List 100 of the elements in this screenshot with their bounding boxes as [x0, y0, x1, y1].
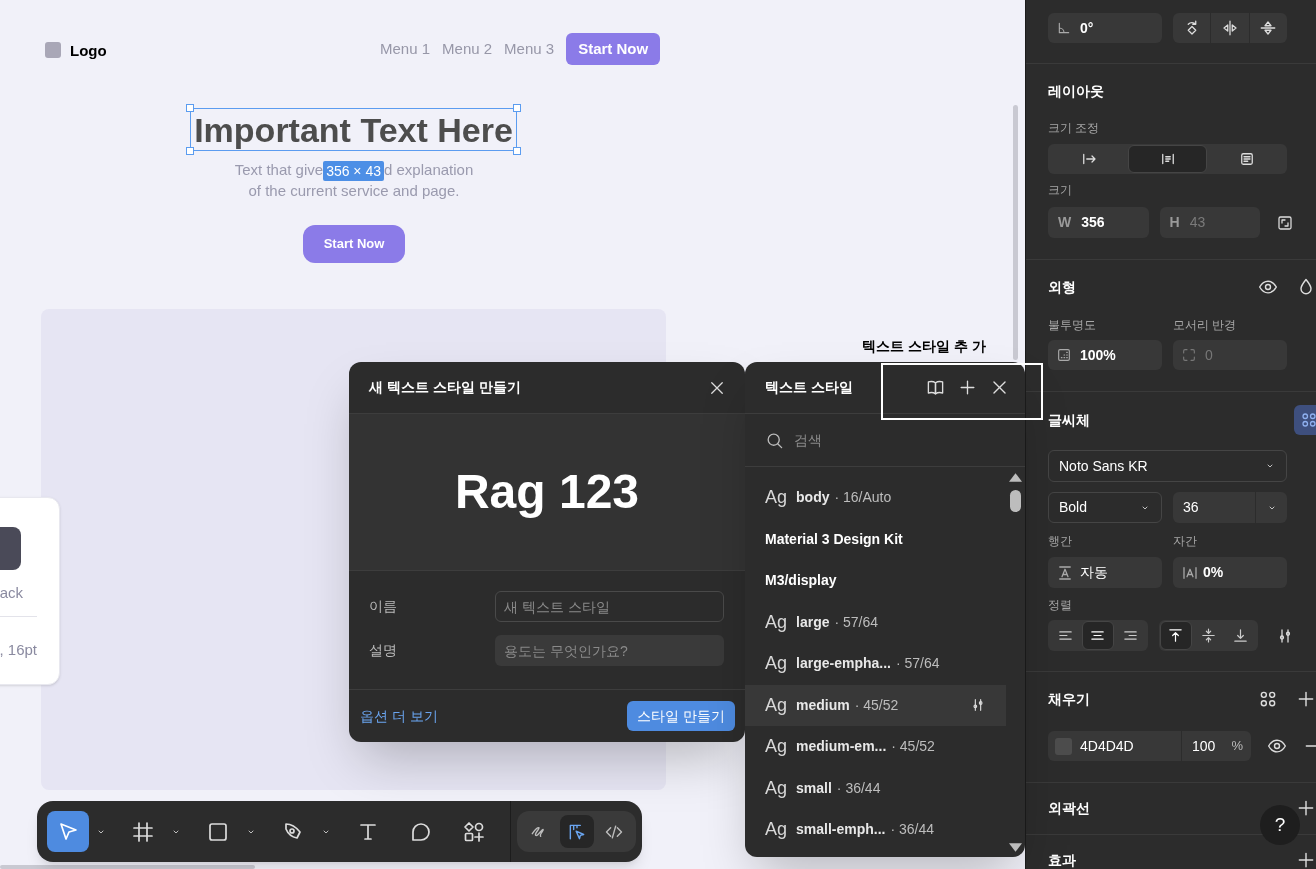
style-name: body	[796, 488, 830, 508]
logo-text: Logo	[70, 41, 107, 61]
style-list-item[interactable]: Ag medium · 45/52	[745, 684, 1006, 726]
preview-text: Rag 123	[454, 464, 640, 520]
shapes-icon	[462, 819, 486, 844]
style-spec: · 36/44	[890, 820, 935, 840]
letter-spacing-field[interactable]: 0%	[1173, 557, 1287, 588]
resize-handle[interactable]	[186, 147, 194, 155]
group-heading: M3/display	[765, 571, 837, 591]
text-styles-button[interactable]	[1294, 405, 1316, 435]
section-title: 레이아웃	[1048, 82, 1105, 100]
line-height-icon	[1056, 563, 1074, 582]
field-label: 모서리 반경	[1173, 317, 1238, 333]
aspect-ratio-icon[interactable]	[1276, 213, 1294, 232]
resize-option[interactable]	[1128, 145, 1207, 173]
style-sample: Ag	[765, 776, 788, 800]
align-top-icon	[1167, 627, 1185, 644]
field-label: 정렬	[1048, 597, 1073, 613]
group-heading: Material 3 Design Kit	[765, 529, 903, 549]
style-sample: Ag	[765, 693, 788, 717]
size-badge: 356 × 43	[323, 160, 384, 181]
style-name: large	[796, 612, 830, 632]
font-weight-dropdown[interactable]: Bold	[1048, 492, 1162, 523]
field-label: 이름	[369, 597, 398, 616]
mode-button[interactable]	[559, 815, 594, 848]
style-name: medium-em...	[796, 737, 887, 757]
styles-grid-icon[interactable]	[1258, 689, 1278, 709]
style-list-item[interactable]: Ag large · 57/64	[745, 601, 1006, 643]
plus-icon[interactable]	[1296, 850, 1316, 869]
scrollbar[interactable]	[1013, 105, 1018, 360]
field-label: 설명	[369, 641, 398, 660]
section-title: 채우기	[1048, 690, 1091, 708]
resize-handle[interactable]	[513, 147, 521, 155]
section-title: 외형	[1048, 278, 1077, 296]
panel-title: 텍스트 스타일	[765, 378, 854, 397]
opacity-field[interactable]: 100%	[1048, 340, 1162, 370]
plus-icon	[957, 378, 977, 397]
style-list-item[interactable]: Ag medium-em... · 45/52	[745, 726, 1006, 768]
font-family-dropdown[interactable]: Noto Sans KR	[1048, 450, 1287, 482]
align-option[interactable]	[1159, 621, 1192, 650]
search-field[interactable]: 검색	[794, 429, 1005, 451]
four-circles-icon	[1300, 411, 1316, 429]
field-label: 행간	[1048, 533, 1073, 549]
style-list-item[interactable]: Ag large-empha... · 57/64	[745, 643, 1006, 685]
logo-icon	[45, 42, 61, 58]
section-title: 외곽선	[1048, 799, 1091, 817]
field-label: 자간	[1173, 533, 1198, 549]
style-spec: · 16/Auto	[834, 488, 892, 508]
style-list-item[interactable]: Ag body · 16/Auto	[745, 477, 1006, 519]
plus-icon[interactable]	[1296, 689, 1316, 709]
type-spec: , 16pt	[0, 640, 37, 660]
resize-handle[interactable]	[513, 104, 521, 112]
align-bottom-icon	[1232, 627, 1250, 644]
section-title: 효과	[1048, 851, 1077, 869]
field-label: 불투명도	[1048, 317, 1097, 333]
plus-icon[interactable]	[1296, 798, 1316, 818]
style-spec: · 36/44	[836, 778, 881, 798]
heading[interactable]: Important Text Here	[190, 108, 517, 151]
scroll-down-icon[interactable]	[1009, 843, 1022, 852]
subtitle-text: of the current service and page.	[247, 181, 461, 201]
style-name: large-empha...	[796, 654, 891, 674]
style-name: medium	[796, 695, 850, 715]
subtitle-text: Text that give	[234, 160, 324, 181]
opacity-icon	[1056, 347, 1072, 363]
font-size-field[interactable]: 36	[1173, 492, 1287, 523]
fill-color-field[interactable]: 4D4D4D 100 %	[1048, 731, 1251, 761]
style-sample: Ag	[765, 652, 788, 676]
more-options-link[interactable]: 옵션 더 보기	[360, 705, 438, 727]
align-option[interactable]	[1081, 621, 1114, 650]
style-sample: Ag	[765, 610, 788, 634]
book-icon	[925, 378, 945, 397]
width-field[interactable]: W 356	[1048, 207, 1149, 238]
section-title: 글씨체	[1048, 411, 1091, 429]
style-sample: Ag	[765, 735, 788, 759]
style-list-item[interactable]: Ag small · 36/44	[745, 767, 1006, 809]
field-label: 크기 조정	[1048, 120, 1101, 136]
style-spec: · 45/52	[891, 737, 935, 757]
scrollbar-thumb[interactable]	[1010, 490, 1021, 512]
rotation-field[interactable]: 0°	[1048, 13, 1162, 43]
style-sample: Ag	[765, 818, 788, 842]
flip-horizontal-icon	[1221, 19, 1239, 37]
line-height-field[interactable]: 자동	[1048, 557, 1162, 588]
resize-handle[interactable]	[186, 104, 194, 112]
subtitle-text: d explanation	[384, 160, 474, 181]
angle-icon	[1056, 20, 1072, 36]
annotation-label: 텍스트 스타일 추 가	[862, 337, 986, 356]
align-middle-icon	[1199, 627, 1217, 644]
style-name: small-emph...	[796, 820, 886, 840]
style-list-item[interactable]: Ag small-emph... · 36/44	[745, 809, 1006, 851]
tool-button[interactable]	[47, 811, 89, 852]
field-label: 크기	[1048, 182, 1073, 198]
style-sample: Ag	[765, 486, 788, 510]
text-input[interactable]: 용도는 무엇인가요?	[495, 635, 724, 666]
scroll-up-icon[interactable]	[1009, 473, 1022, 482]
corner-radius-icon	[1181, 347, 1197, 363]
swatch-label: ack	[0, 583, 23, 603]
flip-vertical-icon	[1259, 19, 1278, 37]
text-input[interactable]: 새 텍스트 스타일	[495, 591, 724, 622]
frame-icon	[131, 819, 155, 844]
style-name: small	[796, 778, 832, 798]
